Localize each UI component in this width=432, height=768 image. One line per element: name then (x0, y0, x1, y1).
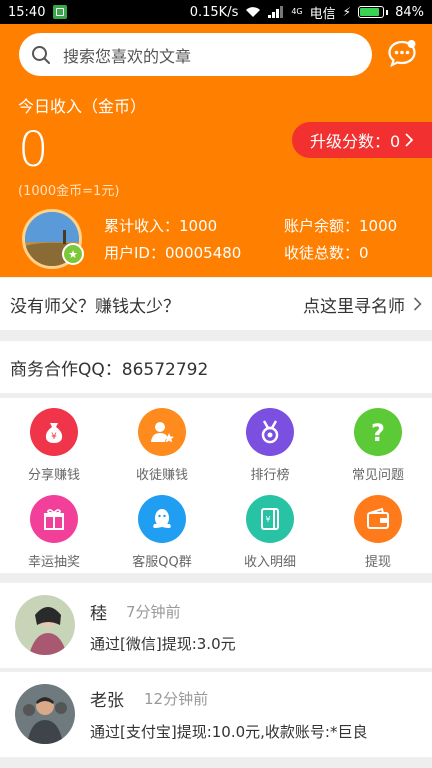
message-icon[interactable] (386, 37, 418, 69)
money-bag-icon: ¥ (30, 408, 78, 456)
app-notification-icon (53, 5, 68, 19)
search-input[interactable]: 搜索您喜欢的文章 (19, 33, 372, 76)
grid-item-question[interactable]: ? 常见问题 (324, 400, 432, 485)
battery-icon (358, 6, 389, 18)
question-icon: ? (354, 408, 402, 456)
grid-item-label: 排行榜 (250, 468, 290, 483)
find-master-row[interactable]: 没有师父？赚钱太少？ 点这里寻名师 (0, 278, 432, 330)
user-id: 用户ID：00005480 (104, 244, 242, 262)
status-time: 15:40 (8, 4, 46, 20)
charging-icon: ⚡ (342, 5, 352, 19)
grid-item-label: 幸运抽奖 (27, 555, 80, 570)
grid-item-wallet[interactable]: 提现 (324, 487, 432, 572)
grid-item-user-star[interactable]: 收徒赚钱 (108, 400, 216, 485)
gift-icon (30, 495, 78, 543)
wallet-icon (354, 495, 402, 543)
vip-star-icon: ★ (62, 243, 84, 265)
search-icon (32, 45, 50, 64)
upgrade-score-button[interactable]: 升级分数：0 (292, 122, 432, 158)
find-master-link: 点这里寻名师 (303, 296, 405, 317)
carrier-name: 电信 (309, 6, 336, 22)
grid-item-qq[interactable]: 客服QQ群 (108, 487, 216, 572)
feed-time: 12分钟前 (144, 690, 209, 708)
user-star-icon (138, 408, 186, 456)
today-income-value: 0 (18, 122, 49, 178)
disciples-total: 收徒总数：0 (284, 244, 369, 262)
cumulative-income: 累计收入：1000 (104, 217, 218, 235)
grid-item-label: 客服QQ群 (132, 555, 192, 570)
chevron-right-icon (413, 297, 422, 311)
network-speed: 0.15K/s (189, 4, 239, 20)
business-qq-label: 商务合作QQ：86572792 (10, 359, 209, 380)
grid-item-label: 提现 (364, 555, 391, 570)
withdrawal-feed-item: 老张 12分钟前 通过[支付宝]提现:10.0元,收款账号:*巨良 (0, 672, 432, 757)
grid-item-label: 分享赚钱 (27, 468, 80, 483)
upgrade-score-label: 升级分数：0 (310, 132, 401, 151)
search-placeholder: 搜索您喜欢的文章 (63, 46, 192, 66)
feed-user-name: 稑 (90, 604, 107, 624)
network-type: 4G (291, 7, 303, 16)
ledger-icon: ¥ (246, 495, 294, 543)
account-balance: 账户余额：1000 (284, 217, 398, 235)
feed-text: 通过[微信]提现:3.0元 (90, 635, 236, 653)
feature-grid: ¥ 分享赚钱 收徒赚钱 排行榜? 常见问题 幸运抽奖 客服QQ群 ¥ 收入明细 提现 (0, 398, 432, 573)
header-panel: 搜索您喜欢的文章 今日收入（金币） 0 (1000金币=1元) 升级分数：0 ★… (0, 24, 432, 277)
wifi-icon (246, 7, 261, 17)
feed-avatar (15, 684, 75, 744)
exchange-rate-note: (1000金币=1元) (18, 184, 120, 199)
grid-item-gift[interactable]: 幸运抽奖 (0, 487, 108, 572)
grid-item-medal[interactable]: 排行榜 (216, 400, 324, 485)
business-contact-row: 商务合作QQ：86572792 (0, 341, 432, 393)
grid-item-label: 收徒赚钱 (135, 468, 188, 483)
svg-text:¥: ¥ (51, 432, 57, 442)
today-income-label: 今日收入（金币） (18, 97, 147, 116)
status-bar: 15:40 0.15K/s 4G 电信 ⚡ 84% (0, 0, 432, 24)
feed-user-name: 老张 (90, 691, 124, 711)
feed-avatar (15, 595, 75, 655)
grid-item-label: 收入明细 (243, 555, 296, 570)
medal-icon (246, 408, 294, 456)
svg-text:?: ? (371, 419, 385, 445)
battery-percent: 84% (395, 4, 424, 20)
find-master-prompt: 没有师父？赚钱太少？ (10, 296, 180, 317)
qq-icon (138, 495, 186, 543)
signal-icon (268, 6, 284, 18)
withdrawal-feed-item: 稑 7分钟前 通过[微信]提现:3.0元 (0, 583, 432, 668)
chevron-right-icon (405, 133, 414, 147)
feed-text: 通过[支付宝]提现:10.0元,收款账号:*巨良 (90, 723, 368, 741)
feed-time: 7分钟前 (126, 603, 181, 621)
grid-item-ledger[interactable]: ¥ 收入明细 (216, 487, 324, 572)
grid-item-label: 常见问题 (351, 468, 404, 483)
svg-text:¥: ¥ (265, 515, 270, 524)
grid-item-money-bag[interactable]: ¥ 分享赚钱 (0, 400, 108, 485)
